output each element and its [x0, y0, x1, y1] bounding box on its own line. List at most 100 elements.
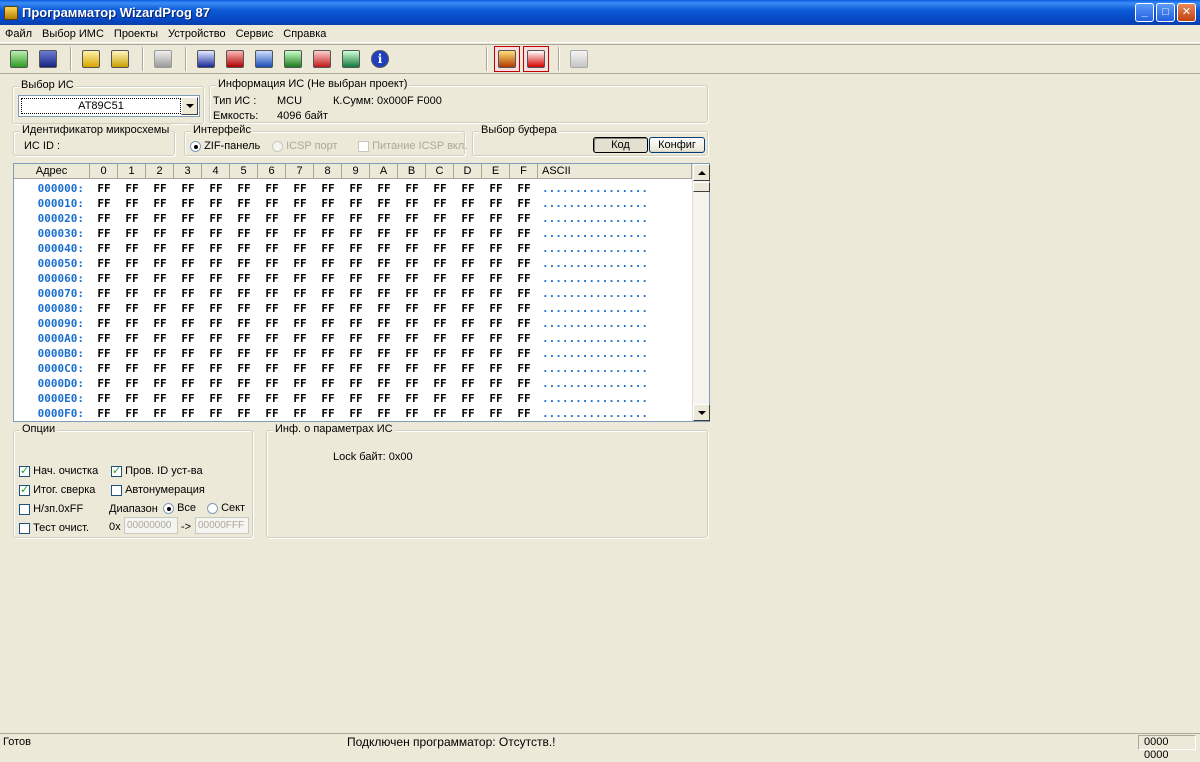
byte-cell[interactable]: FF — [398, 196, 426, 211]
byte-cell[interactable]: FF — [510, 346, 538, 361]
zif-radio-button[interactable] — [190, 140, 201, 152]
initial-erase-checkbox[interactable]: Нач. очистка — [19, 464, 98, 477]
check-id-checkbox[interactable]: Пров. ID уст-ва — [111, 464, 203, 477]
byte-cell[interactable]: FF — [370, 196, 398, 211]
byte-cell[interactable]: FF — [202, 361, 230, 376]
ascii-cell[interactable]: ................ — [538, 226, 648, 241]
byte-cell[interactable]: FF — [454, 361, 482, 376]
program-button[interactable] — [280, 46, 306, 72]
ascii-cell[interactable]: ................ — [538, 286, 648, 301]
byte-cell[interactable]: FF — [258, 211, 286, 226]
byte-cell[interactable]: FF — [90, 196, 118, 211]
read-button[interactable] — [222, 46, 248, 72]
scroll-down-icon[interactable] — [693, 404, 710, 421]
chevron-down-icon[interactable] — [181, 97, 198, 115]
byte-cell[interactable]: FF — [90, 376, 118, 391]
byte-cell[interactable]: FF — [398, 331, 426, 346]
byte-cell[interactable]: FF — [230, 241, 258, 256]
byte-cell[interactable]: FF — [482, 346, 510, 361]
auto-button[interactable] — [523, 46, 549, 72]
byte-cell[interactable]: FF — [258, 376, 286, 391]
ascii-cell[interactable]: ................ — [538, 376, 648, 391]
ascii-cell[interactable]: ................ — [538, 301, 648, 316]
byte-cell[interactable]: FF — [146, 241, 174, 256]
ascii-cell[interactable]: ................ — [538, 181, 648, 196]
byte-cell[interactable]: FF — [398, 226, 426, 241]
byte-cell[interactable]: FF — [342, 361, 370, 376]
byte-cell[interactable]: FF — [230, 346, 258, 361]
byte-cell[interactable]: FF — [482, 391, 510, 406]
byte-cell[interactable]: FF — [90, 226, 118, 241]
byte-cell[interactable]: FF — [90, 256, 118, 271]
grid-header-col[interactable]: 9 — [342, 164, 370, 179]
ascii-cell[interactable]: ................ — [538, 271, 648, 286]
byte-cell[interactable]: FF — [426, 196, 454, 211]
byte-cell[interactable]: FF — [146, 346, 174, 361]
ascii-cell[interactable]: ................ — [538, 391, 648, 406]
byte-cell[interactable]: FF — [482, 226, 510, 241]
byte-cell[interactable]: FF — [426, 271, 454, 286]
buffer-code-button[interactable]: Код — [593, 137, 648, 153]
byte-cell[interactable]: FF — [258, 316, 286, 331]
byte-cell[interactable]: FF — [482, 286, 510, 301]
byte-cell[interactable]: FF — [314, 331, 342, 346]
byte-cell[interactable]: FF — [258, 346, 286, 361]
byte-cell[interactable]: FF — [482, 331, 510, 346]
byte-cell[interactable]: FF — [482, 271, 510, 286]
byte-cell[interactable]: FF — [146, 181, 174, 196]
byte-cell[interactable]: FF — [90, 331, 118, 346]
byte-cell[interactable]: FF — [398, 391, 426, 406]
icsp-radio[interactable]: ICSP порт — [272, 140, 338, 152]
byte-cell[interactable]: FF — [454, 301, 482, 316]
byte-cell[interactable]: FF — [118, 241, 146, 256]
byte-cell[interactable]: FF — [146, 406, 174, 421]
byte-cell[interactable]: FF — [510, 271, 538, 286]
byte-cell[interactable]: FF — [202, 346, 230, 361]
byte-cell[interactable]: FF — [370, 331, 398, 346]
byte-cell[interactable]: FF — [370, 271, 398, 286]
ascii-cell[interactable]: ................ — [538, 406, 648, 421]
byte-cell[interactable]: FF — [286, 196, 314, 211]
byte-cell[interactable]: FF — [202, 316, 230, 331]
byte-cell[interactable]: FF — [342, 391, 370, 406]
byte-cell[interactable]: FF — [342, 271, 370, 286]
folder-edit-button[interactable] — [107, 46, 133, 72]
maximize-button[interactable]: □ — [1156, 3, 1175, 22]
byte-cell[interactable]: FF — [258, 406, 286, 421]
byte-cell[interactable]: FF — [510, 406, 538, 421]
autonumber-checkbox[interactable]: Автонумерация — [111, 484, 205, 496]
byte-cell[interactable]: FF — [174, 196, 202, 211]
range-to-input[interactable]: 00000FFF — [195, 517, 249, 534]
byte-cell[interactable]: FF — [454, 241, 482, 256]
ascii-cell[interactable]: ................ — [538, 361, 648, 376]
byte-cell[interactable]: FF — [230, 391, 258, 406]
byte-cell[interactable]: FF — [230, 286, 258, 301]
byte-cell[interactable]: FF — [286, 226, 314, 241]
byte-cell[interactable]: FF — [258, 331, 286, 346]
byte-cell[interactable]: FF — [146, 196, 174, 211]
byte-cell[interactable]: FF — [370, 301, 398, 316]
byte-cell[interactable]: FF — [258, 286, 286, 301]
byte-cell[interactable]: FF — [314, 406, 342, 421]
byte-cell[interactable]: FF — [510, 301, 538, 316]
byte-cell[interactable]: FF — [202, 226, 230, 241]
byte-cell[interactable]: FF — [482, 301, 510, 316]
byte-cell[interactable]: FF — [230, 226, 258, 241]
byte-cell[interactable]: FF — [230, 196, 258, 211]
scroll-up-icon[interactable] — [693, 164, 710, 181]
byte-cell[interactable]: FF — [454, 271, 482, 286]
byte-cell[interactable]: FF — [454, 181, 482, 196]
byte-cell[interactable]: FF — [146, 361, 174, 376]
not-ff-checkbox[interactable]: Н/зп.0xFF — [19, 503, 83, 515]
menu-service[interactable]: Сервис — [231, 28, 279, 40]
byte-cell[interactable]: FF — [202, 286, 230, 301]
test-erase-checkbox[interactable]: Тест очист. — [19, 522, 89, 534]
byte-cell[interactable]: FF — [426, 376, 454, 391]
byte-cell[interactable]: FF — [454, 346, 482, 361]
byte-cell[interactable]: FF — [230, 361, 258, 376]
byte-cell[interactable]: FF — [118, 196, 146, 211]
byte-cell[interactable]: FF — [510, 376, 538, 391]
byte-cell[interactable]: FF — [482, 256, 510, 271]
info-button[interactable]: i — [367, 46, 393, 72]
byte-cell[interactable]: FF — [118, 256, 146, 271]
